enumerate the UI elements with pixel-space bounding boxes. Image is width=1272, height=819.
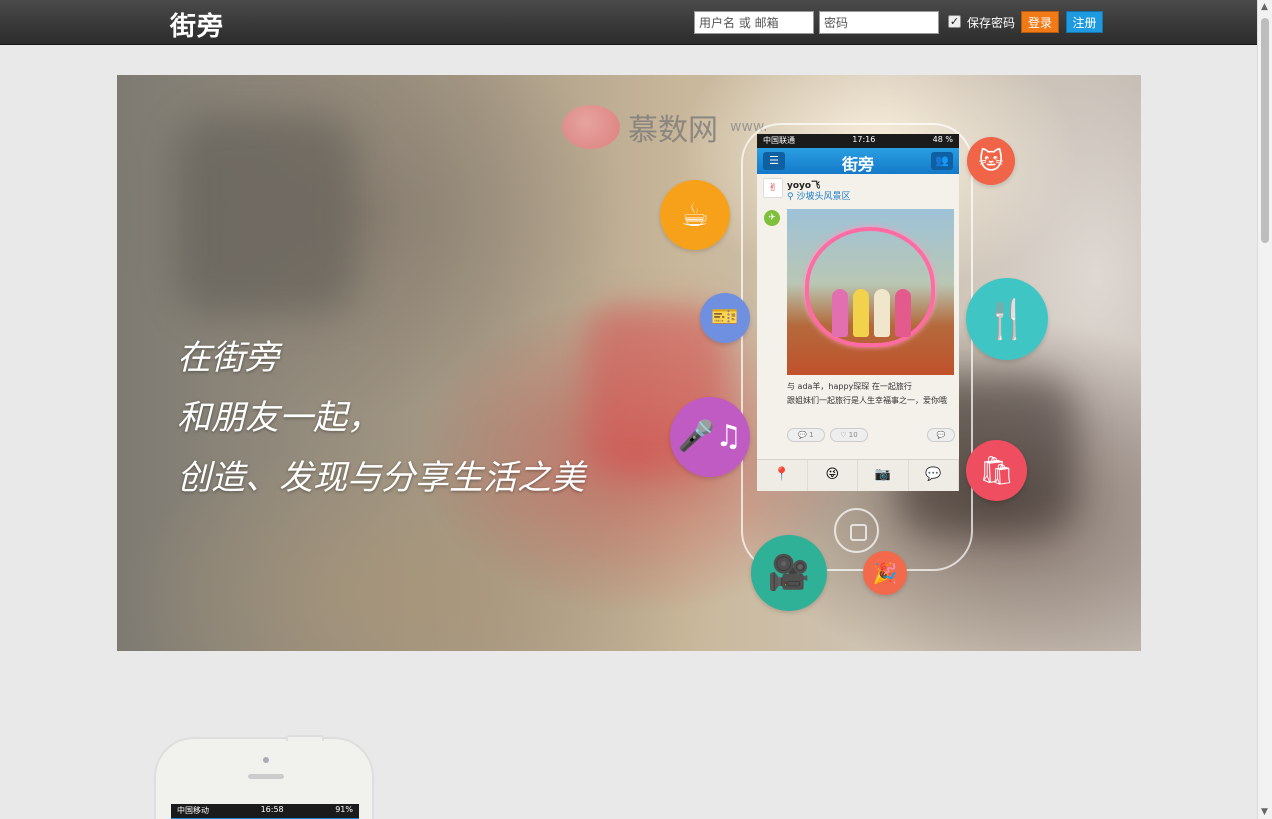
post-caption: 与 ada羊，happy琛琛 在一起旅行 <box>787 382 912 391</box>
watermark: 慕数网 www. <box>562 105 768 149</box>
phone-screen: 中国联通 17:16 48 % ☰ 街旁 👥 ✌ yoyo飞 ⚲ 沙坡头风景区 … <box>757 134 959 491</box>
like-count-value: 1 <box>809 431 814 439</box>
post-photo <box>787 209 954 375</box>
phone-home-button <box>834 508 879 553</box>
party-hat-icon: 🎉 <box>863 551 907 595</box>
slogan-line-3: 创造、发现与分享生活之美 <box>177 458 585 498</box>
watermark-logo-icon <box>562 105 620 149</box>
slogan-line-1: 在街旁 <box>177 338 279 378</box>
phone-speaker <box>248 774 284 779</box>
register-button[interactable]: 注册 <box>1066 11 1103 33</box>
username-input[interactable] <box>694 11 814 34</box>
checkin-icon: 📍 <box>757 460 808 491</box>
heart-icon <box>805 227 935 347</box>
shopping-bag-icon: 🛍 <box>966 440 1027 501</box>
login-button[interactable]: 登录 <box>1021 11 1059 33</box>
friends-icon: 👥 <box>931 152 953 170</box>
feature-phone-preview: 中国移动 16:58 91% <box>154 735 374 819</box>
battery-label: 48 % <box>932 135 953 144</box>
dining-icon: 🍴 <box>966 278 1048 360</box>
cat-icon: 🐱 <box>967 137 1015 185</box>
phone-power-button <box>286 735 324 741</box>
carrier-label: 中国移动 <box>177 806 209 815</box>
battery-label: 91% <box>335 805 353 814</box>
phone-status-bar: 中国联通 17:16 48 % <box>757 134 959 148</box>
hero-banner: 在街旁 和朋友一起， 创造、发现与分享生活之美 慕数网 www. 中国联通 17… <box>117 75 1141 651</box>
person-figure <box>832 289 848 337</box>
scrollbar-thumb[interactable] <box>1261 18 1269 243</box>
microphone-icon: 🎤♫ <box>670 397 750 477</box>
camera-video-icon: 🎥 <box>751 535 827 611</box>
post-header: ✌ yoyo飞 ⚲ 沙坡头风景区 <box>757 174 959 202</box>
plane-icon: ✈ <box>764 210 780 226</box>
scroll-up-arrow-icon[interactable]: ▲ <box>1261 2 1268 12</box>
comment-icon: 💬 <box>927 428 955 442</box>
remember-password-checkbox[interactable]: ✓ <box>948 15 961 28</box>
watermark-text: 慕数网 <box>628 113 718 148</box>
post-text: 跟姐妹们一起旅行是人生幸福事之一，爱你哦 <box>787 396 947 405</box>
scroll-down-arrow-icon[interactable]: ▼ <box>1261 807 1268 817</box>
time-label: 17:16 <box>852 135 876 144</box>
site-logo[interactable]: 街旁 <box>170 6 224 43</box>
vertical-scrollbar[interactable]: ▲ ▼ <box>1257 0 1272 819</box>
camera-icon: 📷 <box>858 460 909 491</box>
time-label: 16:58 <box>260 805 284 814</box>
slogan-line-2: 和朋友一起， <box>177 398 381 438</box>
app-title: 街旁 <box>841 155 874 174</box>
emoji-icon: 😜 <box>808 460 858 491</box>
phone-tab-bar: 📍 😜 📷 💬 <box>757 459 959 491</box>
person-figure <box>874 289 890 337</box>
chat-icon: 💬 <box>909 460 959 491</box>
password-input[interactable] <box>819 11 939 34</box>
coffee-icon: ☕ <box>660 180 730 250</box>
heart-count-value: 10 <box>848 431 858 439</box>
location-text: 沙坡头风景区 <box>796 192 851 202</box>
heart-count: ♡ 10 <box>830 428 868 442</box>
avatar: ✌ <box>763 178 783 198</box>
ticket-icon: 🎫 <box>700 293 750 343</box>
person-figure <box>853 289 869 337</box>
like-count: 💬 1 <box>787 428 825 442</box>
carrier-label: 中国联通 <box>763 136 795 145</box>
top-navigation-bar: 街旁 ✓ 保存密码 登录 注册 <box>0 0 1257 45</box>
app-header: ☰ 街旁 👥 <box>757 148 959 174</box>
post-location: ⚲ 沙坡头风景区 <box>787 192 851 202</box>
background-blur <box>177 115 357 315</box>
phone-status-bar: 中国移动 16:58 91% <box>171 804 359 818</box>
phone-camera <box>263 757 269 763</box>
remember-password-label[interactable]: 保存密码 <box>967 14 1015 31</box>
person-figure <box>895 289 911 337</box>
